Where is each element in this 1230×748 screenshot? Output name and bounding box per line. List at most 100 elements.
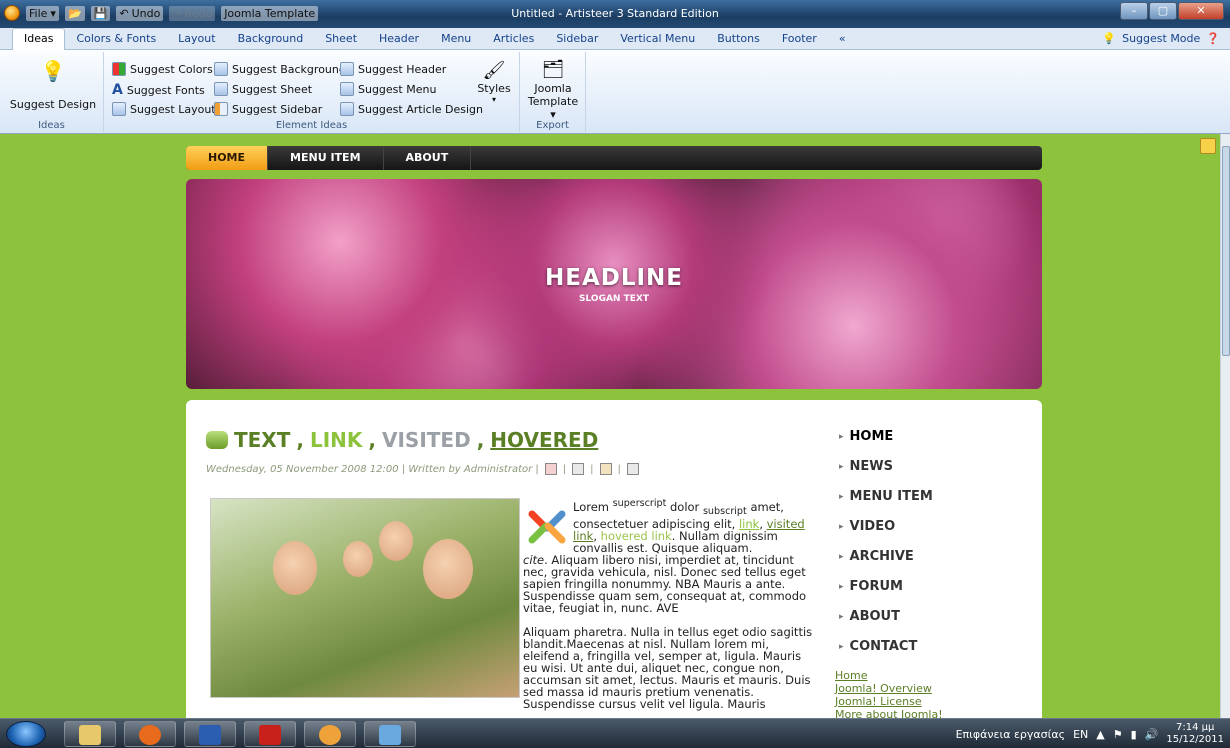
windows-taskbar: Επιφάνεια εργασίας EN ▲ ⚑ ▮ 🔊 7:14 μμ 15… <box>0 718 1230 748</box>
suggest-layout-button[interactable]: Suggest Layout <box>112 102 216 116</box>
title-visited[interactable]: VISITED <box>382 428 471 452</box>
sidebar-menu-label: CONTACT <box>849 639 918 654</box>
ideas-group: 💡 Suggest Design Ideas <box>0 52 104 132</box>
suggest-sidebar-button[interactable]: Suggest Sidebar <box>214 102 322 116</box>
tab-10[interactable]: Buttons <box>706 29 771 49</box>
tab-4[interactable]: Sheet <box>314 29 368 49</box>
sidebar-menu-item-1[interactable]: ▸ NEWS <box>839 452 1019 482</box>
desktop-toolbar-label[interactable]: Επιφάνεια εργασίας <box>956 728 1065 741</box>
taskbar-artisteer[interactable] <box>304 721 356 747</box>
suggest-header-button[interactable]: Suggest Header <box>340 62 446 76</box>
suggest-background-button[interactable]: Suggest Background <box>214 62 346 76</box>
window-title: Untitled - Artisteer 3 Standard Edition <box>511 7 719 20</box>
print-icon[interactable] <box>572 463 585 475</box>
sidebar-link-1[interactable]: Joomla! Overview <box>835 682 943 695</box>
colors-icon <box>112 62 126 76</box>
arrow-icon: ▸ <box>839 582 844 592</box>
title-hovered[interactable]: HOVERED <box>490 428 598 452</box>
help-icon[interactable]: ❓ <box>1206 32 1220 45</box>
sidebar-link-2[interactable]: Joomla! License <box>835 695 943 708</box>
arrow-icon: ▸ <box>839 522 844 532</box>
suggest-design-button[interactable]: 💡 Suggest Design <box>8 60 98 111</box>
taskbar-acrobat[interactable] <box>244 721 296 747</box>
arrow-icon: ▸ <box>839 612 844 622</box>
email-icon[interactable] <box>599 463 612 475</box>
tab-3[interactable]: Background <box>227 29 315 49</box>
tab-1[interactable]: Colors & Fonts <box>65 29 167 49</box>
pdf-icon[interactable] <box>544 463 557 475</box>
tab-6[interactable]: Menu <box>430 29 482 49</box>
post-bubble-icon <box>206 431 228 449</box>
article-icon <box>340 102 354 116</box>
sidebar-menu-item-5[interactable]: ▸ FORUM <box>839 572 1019 602</box>
styles-button[interactable]: 🖌 Styles ▾ <box>476 60 512 104</box>
sidebar-link-3[interactable]: More about Joomla! <box>835 708 943 718</box>
taskbar-explorer[interactable] <box>64 721 116 747</box>
tab-2[interactable]: Layout <box>167 29 226 49</box>
title-link[interactable]: LINK <box>310 428 362 452</box>
sidebar-links: Home Joomla! Overview Joomla! License More … <box>835 669 943 718</box>
arrow-icon: ▸ <box>839 552 844 562</box>
minimize-button[interactable]: – <box>1120 2 1148 20</box>
tab-5[interactable]: Header <box>368 29 430 49</box>
layout-icon <box>112 102 126 116</box>
tab-8[interactable]: Sidebar <box>545 29 609 49</box>
hint-icon[interactable] <box>1200 138 1216 154</box>
top-menu-item-0[interactable]: HOME <box>186 146 269 170</box>
suggest-fonts-button[interactable]: A Suggest Fonts <box>112 82 205 98</box>
top-menu-item-1[interactable]: MENU ITEM <box>268 146 384 170</box>
tab-9[interactable]: Vertical Menu <box>609 29 706 49</box>
arrow-icon: ▸ <box>839 642 844 652</box>
sidebar-menu-item-3[interactable]: ▸ VIDEO <box>839 512 1019 542</box>
system-tray: Επιφάνεια εργασίας EN ▲ ⚑ ▮ 🔊 7:14 μμ 15… <box>956 721 1224 747</box>
post-body: Lorem superscript dolor subscript amet, … <box>523 498 813 712</box>
suggest-article-design-button[interactable]: Suggest Article Design <box>340 102 483 116</box>
sidebar-menu-item-0[interactable]: ▸ HOME <box>839 422 1019 452</box>
suggest-mode-button[interactable]: 💡 Suggest Mode ❓ <box>1102 32 1220 45</box>
clock[interactable]: 7:14 μμ 15/12/2011 <box>1166 722 1224 746</box>
maximize-button[interactable]: ▢ <box>1149 2 1177 20</box>
site-slogan: SLOGAN TEXT <box>579 294 649 304</box>
suggest-mode-icon: 💡 <box>1102 32 1117 45</box>
site-headline: HEADLINE <box>544 265 684 291</box>
ribbon: 💡 Suggest Design Ideas Suggest Colors AS… <box>0 50 1230 134</box>
arrow-icon: ▸ <box>839 492 844 502</box>
language-indicator[interactable]: EN <box>1073 728 1088 741</box>
suggest-sheet-button[interactable]: Suggest Sheet <box>214 82 312 96</box>
sidebar-menu-item-2[interactable]: ▸ MENU ITEM <box>839 482 1019 512</box>
tab-12[interactable]: « <box>828 29 857 49</box>
element-ideas-group: Suggest Colors A Suggest Fonts Suggest La… <box>104 52 520 132</box>
sidebar-menu-item-6[interactable]: ▸ ABOUT <box>839 602 1019 632</box>
suggest-colors-button[interactable]: Suggest Colors <box>112 62 213 76</box>
tab-7[interactable]: Articles <box>482 29 545 49</box>
vertical-scrollbar[interactable] <box>1220 134 1230 718</box>
taskbar-paint[interactable] <box>364 721 416 747</box>
sidebar-link-0[interactable]: Home <box>835 669 943 682</box>
post-meta: Wednesday, 05 November 2008 12:00 | Writ… <box>206 463 639 475</box>
font-icon: A <box>112 82 123 98</box>
edit-icon[interactable] <box>626 463 639 475</box>
tab-0[interactable]: Ideas <box>12 28 66 50</box>
flag-icon[interactable]: ⚑ <box>1113 728 1123 741</box>
suggest-menu-button[interactable]: Suggest Menu <box>340 82 436 96</box>
top-menu-item-2[interactable]: ABOUT <box>384 146 472 170</box>
header-icon <box>340 62 354 76</box>
sidebar-menu-label: FORUM <box>849 579 903 594</box>
sidebar-menu-item-4[interactable]: ▸ ARCHIVE <box>839 542 1019 572</box>
family-photo <box>210 498 520 698</box>
taskbar-firefox[interactable] <box>124 721 176 747</box>
close-button[interactable]: ✕ <box>1178 2 1224 20</box>
taskbar-word[interactable] <box>184 721 236 747</box>
sidebar-menu-label: VIDEO <box>849 519 896 534</box>
sidebar-menu-item-7[interactable]: ▸ CONTACT <box>839 632 1019 662</box>
tab-11[interactable]: Footer <box>771 29 828 49</box>
network-icon[interactable]: ▮ <box>1131 728 1137 741</box>
export-group: 🗂 Joomla Template ▾ Export <box>520 52 586 132</box>
sidebar-menu-label: NEWS <box>849 459 893 474</box>
sidebar-menu-label: MENU ITEM <box>849 489 933 504</box>
show-hidden-icons[interactable]: ▲ <box>1096 728 1104 741</box>
volume-icon[interactable]: 🔊 <box>1145 728 1159 741</box>
joomla-template-button[interactable]: 🗂 Joomla Template ▾ <box>524 58 582 121</box>
start-button[interactable] <box>6 721 46 747</box>
sidebar-menu-label: ABOUT <box>849 609 900 624</box>
